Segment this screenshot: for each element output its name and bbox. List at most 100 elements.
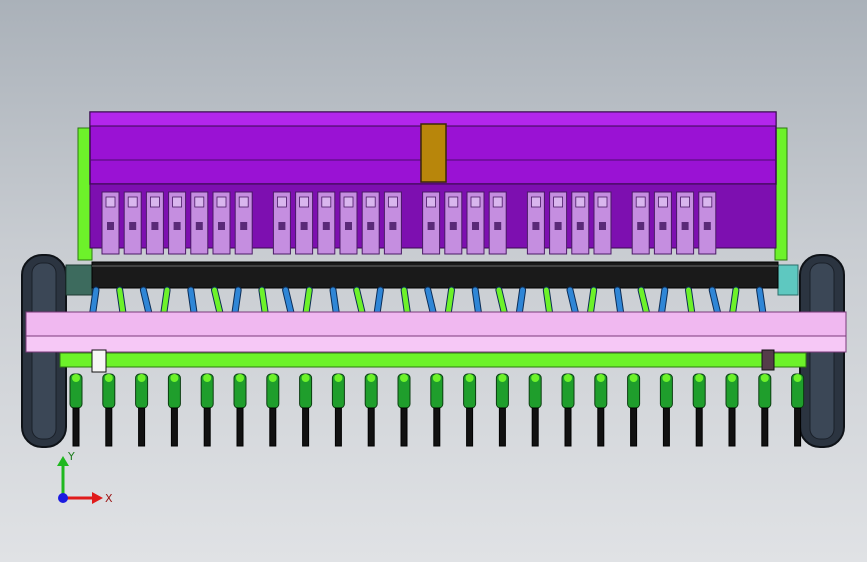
metering-unit bbox=[698, 191, 717, 255]
opener-pivot bbox=[629, 374, 638, 382]
metering-unit-slot bbox=[576, 222, 584, 230]
seed-drill-model[interactable] bbox=[0, 0, 867, 562]
side-bracket-left bbox=[65, 264, 93, 296]
metering-unit-cap bbox=[658, 196, 668, 208]
furrow-openers-group bbox=[69, 373, 805, 447]
metering-unit-cap bbox=[387, 196, 398, 208]
metering-unit bbox=[361, 191, 380, 255]
opener-pivot bbox=[695, 374, 704, 382]
metering-unit-cap bbox=[426, 196, 437, 208]
metering-unit-cap bbox=[635, 196, 646, 208]
metering-unit-slot bbox=[703, 222, 711, 230]
frame-top-rail bbox=[25, 311, 847, 337]
metering-unit bbox=[444, 191, 463, 255]
metering-unit-cap bbox=[702, 196, 713, 208]
furrow-opener bbox=[266, 373, 280, 447]
opener-blade bbox=[597, 407, 605, 447]
metering-unit-cap bbox=[448, 196, 459, 208]
opener-blade bbox=[269, 407, 277, 447]
furrow-opener bbox=[528, 373, 542, 447]
metering-unit bbox=[145, 191, 164, 255]
metering-unit-cap bbox=[343, 196, 354, 208]
cad-viewport[interactable]: Y X bbox=[0, 0, 867, 562]
metering-unit-cap bbox=[276, 196, 287, 208]
metering-unit-slot bbox=[367, 222, 375, 230]
metering-unit-cap bbox=[470, 196, 481, 208]
furrow-opener bbox=[561, 373, 575, 447]
opener-pivot bbox=[301, 374, 310, 382]
opener-blade bbox=[302, 407, 310, 447]
metering-unit-cap bbox=[238, 196, 249, 208]
metering-unit-cap bbox=[597, 196, 608, 208]
metering-unit-cap bbox=[321, 196, 332, 208]
furrow-opener bbox=[659, 373, 673, 447]
metering-unit-cap bbox=[299, 196, 310, 208]
metering-unit-cap bbox=[105, 196, 116, 208]
metering-unit-cap bbox=[575, 196, 586, 208]
opener-pivot bbox=[367, 374, 376, 382]
opener-blade bbox=[334, 407, 342, 447]
metering-unit-slot bbox=[129, 222, 137, 230]
opener-blade bbox=[695, 407, 703, 447]
opener-blade bbox=[170, 407, 178, 447]
opener-pivot bbox=[564, 374, 572, 382]
opener-pivot bbox=[170, 374, 179, 382]
metering-unit-cap bbox=[216, 196, 227, 208]
opener-pivot bbox=[728, 374, 736, 382]
metering-unit-slot bbox=[427, 222, 435, 230]
metering-unit-slot bbox=[195, 222, 203, 230]
metering-unit-cap bbox=[149, 196, 160, 208]
metering-unit bbox=[190, 191, 209, 255]
opener-pivot bbox=[137, 374, 146, 382]
furrow-opener bbox=[430, 373, 444, 447]
opener-blade bbox=[433, 407, 441, 447]
metering-unit-cap bbox=[492, 196, 503, 208]
furrow-opener bbox=[463, 373, 477, 447]
metering-unit-cap bbox=[194, 196, 205, 208]
metering-unit bbox=[234, 191, 253, 255]
metering-unit-cap bbox=[553, 196, 563, 208]
side-bracket-right bbox=[777, 264, 799, 296]
opener-pivot bbox=[465, 374, 474, 382]
opener-pivot bbox=[498, 374, 507, 382]
opener-blade bbox=[367, 407, 375, 447]
metering-unit-slot bbox=[532, 222, 540, 230]
x-axis-label: X bbox=[105, 492, 113, 505]
metering-unit-slot bbox=[389, 222, 397, 230]
metering-unit bbox=[593, 191, 612, 255]
opener-blade bbox=[400, 407, 408, 447]
z-axis-dot bbox=[58, 493, 68, 503]
metering-unit-slot bbox=[300, 222, 308, 230]
metering-unit-slot bbox=[494, 222, 502, 230]
furrow-opener bbox=[102, 373, 116, 447]
metering-unit-cap bbox=[172, 196, 183, 208]
opener-blade bbox=[72, 407, 80, 447]
opener-blade bbox=[466, 407, 474, 447]
frame-bottom-rail bbox=[25, 335, 847, 353]
furrow-opener bbox=[725, 373, 739, 447]
opener-blade bbox=[138, 407, 146, 447]
metering-unit bbox=[422, 191, 441, 255]
x-axis-arrow-icon bbox=[92, 492, 103, 504]
opener-pivot bbox=[793, 374, 802, 382]
furrow-opener bbox=[69, 373, 83, 447]
metering-unit-slot bbox=[151, 222, 159, 230]
metering-unit bbox=[549, 191, 568, 255]
opener-pivot bbox=[432, 374, 441, 382]
opener-pivot bbox=[334, 374, 343, 382]
metering-unit-slot bbox=[554, 222, 562, 230]
furrow-opener bbox=[200, 373, 214, 447]
furrow-opener bbox=[594, 373, 608, 447]
furrow-opener bbox=[233, 373, 247, 447]
metering-unit bbox=[101, 191, 120, 255]
side-frame-right bbox=[774, 127, 788, 261]
opener-pivot bbox=[400, 374, 408, 382]
metering-unit bbox=[526, 191, 545, 255]
metering-unit-slot bbox=[322, 222, 330, 230]
opener-pivot bbox=[72, 374, 80, 382]
opener-blade bbox=[794, 407, 802, 447]
metering-unit-slot bbox=[107, 222, 114, 230]
metering-unit-slot bbox=[345, 222, 352, 230]
metering-unit bbox=[339, 191, 358, 255]
metering-unit bbox=[676, 191, 695, 255]
